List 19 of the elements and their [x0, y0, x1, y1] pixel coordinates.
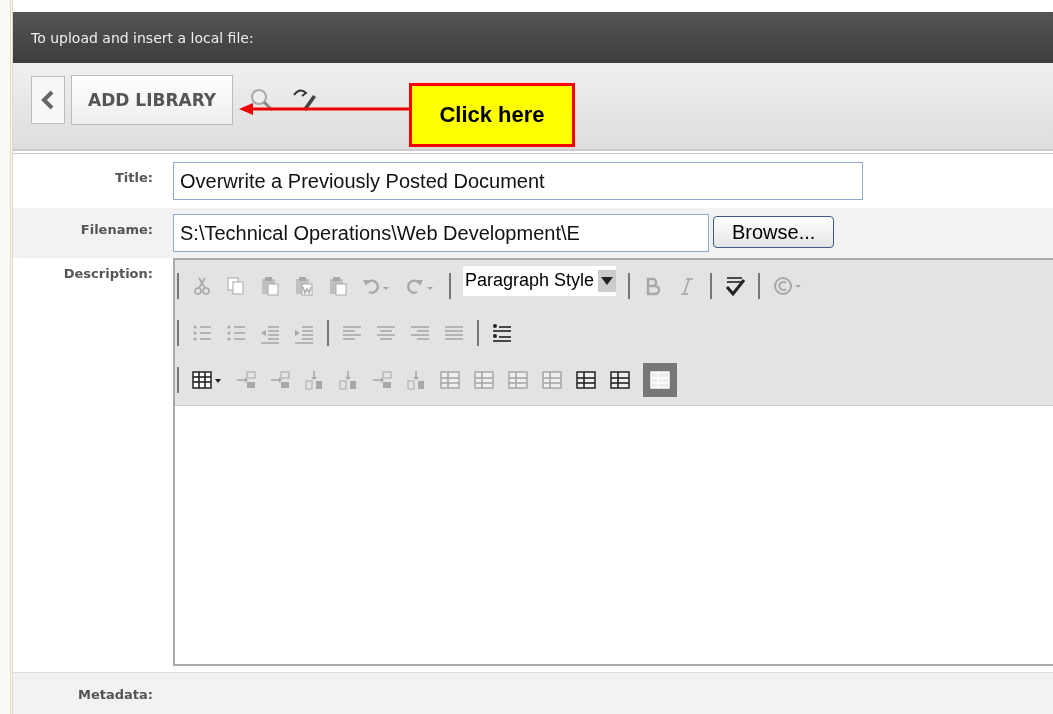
- spellcheck-icon[interactable]: [724, 274, 747, 297]
- grid-icon[interactable]: [609, 368, 631, 391]
- callout-label: Click here: [409, 83, 575, 147]
- grid-icon[interactable]: [575, 368, 597, 391]
- table-icon[interactable]: [191, 368, 223, 391]
- style-dropdown[interactable]: Paragraph Style: [463, 265, 617, 296]
- title-field[interactable]: Overwrite a Previously Posted Document: [173, 162, 863, 200]
- back-button[interactable]: [31, 76, 65, 124]
- caret-icon: [601, 276, 614, 285]
- add-library-button[interactable]: ADD LIBRARY: [71, 75, 234, 125]
- browse-button[interactable]: Browse...: [713, 216, 835, 248]
- field-label: Description:: [62, 265, 153, 283]
- header-title: To upload and insert a local file:: [31, 29, 254, 46]
- line-spacing-icon[interactable]: [491, 321, 513, 344]
- filename-field[interactable]: S:\Technical Operations\Web Development\E: [173, 214, 709, 252]
- chevron-left-icon: [41, 90, 55, 110]
- field-label: Filename:: [79, 221, 153, 237]
- field-label: Title:: [114, 169, 153, 185]
- field-label: Metadata:: [77, 687, 153, 702]
